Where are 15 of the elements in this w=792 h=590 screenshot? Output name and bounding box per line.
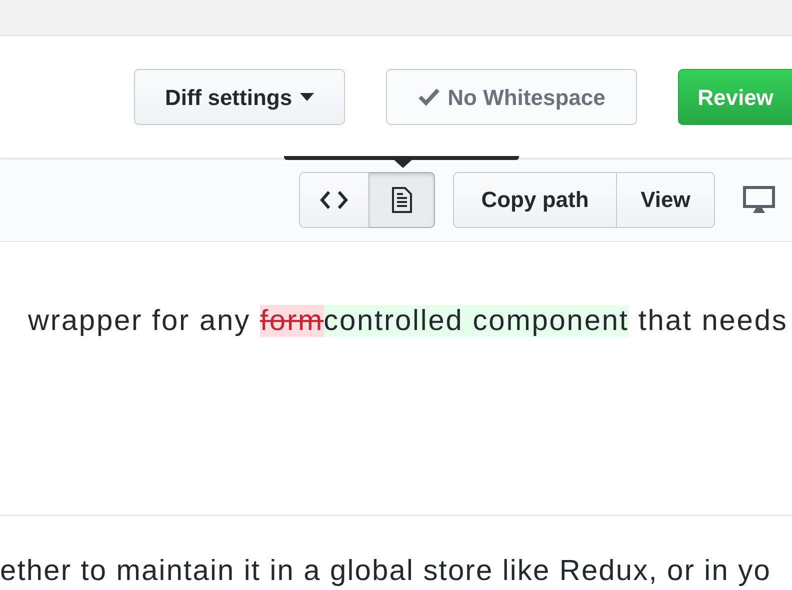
copy-path-button[interactable]: Copy path xyxy=(453,172,617,228)
source-view-button[interactable] xyxy=(299,172,369,228)
monitor-icon[interactable] xyxy=(743,186,775,214)
check-icon xyxy=(418,88,440,106)
added-text: controlled component xyxy=(324,305,629,337)
prose-text: wrapper for any xyxy=(28,305,252,337)
rich-view-button[interactable] xyxy=(369,172,435,228)
file-text-icon xyxy=(390,186,412,214)
diff-settings-button[interactable]: Diff settings xyxy=(134,69,345,125)
view-button[interactable]: View xyxy=(617,172,715,228)
deleted-text: form xyxy=(260,305,324,337)
code-icon xyxy=(320,190,348,210)
prose-text: that needs xyxy=(637,305,788,337)
caret-icon xyxy=(300,93,314,101)
prose-text: ether to maintain it in a global store like Redux, or in yo xyxy=(0,555,771,587)
